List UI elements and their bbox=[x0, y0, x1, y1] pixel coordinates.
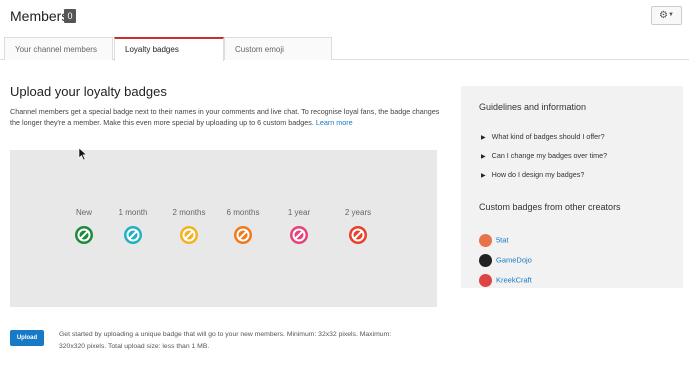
faq-item-design[interactable]: ▶ How do I design my badges? bbox=[481, 170, 584, 179]
faq-item-kinds[interactable]: ▶ What kind of badges should I offer? bbox=[481, 132, 605, 141]
guidelines-panel: Guidelines and information ▶ What kind of… bbox=[461, 86, 683, 288]
badge-slot: 6 months bbox=[213, 208, 273, 245]
badge-label: 2 months bbox=[172, 208, 206, 217]
upload-help-text: Get started by uploading a unique badge … bbox=[59, 331, 392, 350]
creator-name: 5tat bbox=[496, 235, 509, 245]
badge-icon bbox=[349, 226, 367, 244]
chevron-down-icon: ▼ bbox=[668, 12, 674, 18]
mouse-cursor-icon bbox=[78, 147, 88, 161]
badge-icon bbox=[234, 226, 252, 244]
badge-slot: 2 years bbox=[328, 208, 388, 245]
creator-link-gamedojo[interactable]: GameDojo bbox=[479, 254, 532, 267]
upload-button[interactable]: Upload bbox=[10, 330, 44, 346]
badge-label: 1 month bbox=[118, 208, 148, 217]
page-header: Members 0 ⚙▼ bbox=[0, 0, 689, 37]
description-text: Channel members get a special badge next… bbox=[10, 107, 440, 127]
badge-icon bbox=[290, 226, 308, 244]
badge-icon bbox=[75, 226, 93, 244]
member-count-badge: 0 bbox=[64, 9, 76, 23]
badge-icon bbox=[124, 226, 142, 244]
badge-slot: 1 month bbox=[103, 208, 163, 245]
creators-heading: Custom badges from other creators bbox=[479, 202, 621, 212]
expand-arrow-icon: ▶ bbox=[481, 173, 486, 179]
faq-item-label: How do I design my badges? bbox=[491, 170, 585, 179]
badge-icon bbox=[180, 226, 198, 244]
expand-arrow-icon: ▶ bbox=[481, 135, 486, 141]
tab-your-channel-members[interactable]: Your channel members bbox=[4, 37, 113, 60]
settings-button[interactable]: ⚙▼ bbox=[651, 6, 682, 25]
tab-custom-emoji[interactable]: Custom emoji bbox=[224, 37, 332, 60]
badge-label: 1 year bbox=[287, 208, 311, 217]
badge-label: 2 years bbox=[344, 208, 372, 217]
faq-item-change[interactable]: ▶ Can I change my badges over time? bbox=[481, 151, 607, 160]
faq-item-label: What kind of badges should I offer? bbox=[491, 132, 605, 141]
creator-name: KreekCraft bbox=[496, 275, 532, 285]
gear-icon: ⚙ bbox=[659, 10, 668, 22]
avatar bbox=[479, 254, 492, 267]
learn-more-link[interactable]: Learn more bbox=[316, 118, 353, 127]
tab-loyalty-badges[interactable]: Loyalty badges bbox=[114, 37, 224, 61]
main-content: Upload your loyalty badges Channel membe… bbox=[10, 84, 440, 127]
badge-slot: 1 year bbox=[269, 208, 329, 245]
avatar bbox=[479, 274, 492, 287]
creator-link-kreekcraft[interactable]: KreekCraft bbox=[479, 274, 532, 287]
expand-arrow-icon: ▶ bbox=[481, 154, 486, 160]
section-description: Channel members get a special badge next… bbox=[10, 106, 440, 128]
badge-slot: 2 months bbox=[159, 208, 219, 245]
badge-preview-area: New 1 month 2 months 6 months 1 year 2 years bbox=[10, 150, 437, 307]
guidelines-heading: Guidelines and information bbox=[479, 102, 587, 112]
badge-label: 6 months bbox=[226, 208, 260, 217]
creator-name: GameDojo bbox=[496, 255, 532, 265]
section-heading: Upload your loyalty badges bbox=[10, 84, 167, 99]
avatar bbox=[479, 234, 492, 247]
faq-item-label: Can I change my badges over time? bbox=[491, 151, 608, 160]
tab-bar: Your channel members Loyalty badges Cust… bbox=[0, 37, 689, 61]
page-title: Members bbox=[10, 8, 69, 24]
creator-link-5tat[interactable]: 5tat bbox=[479, 234, 509, 247]
